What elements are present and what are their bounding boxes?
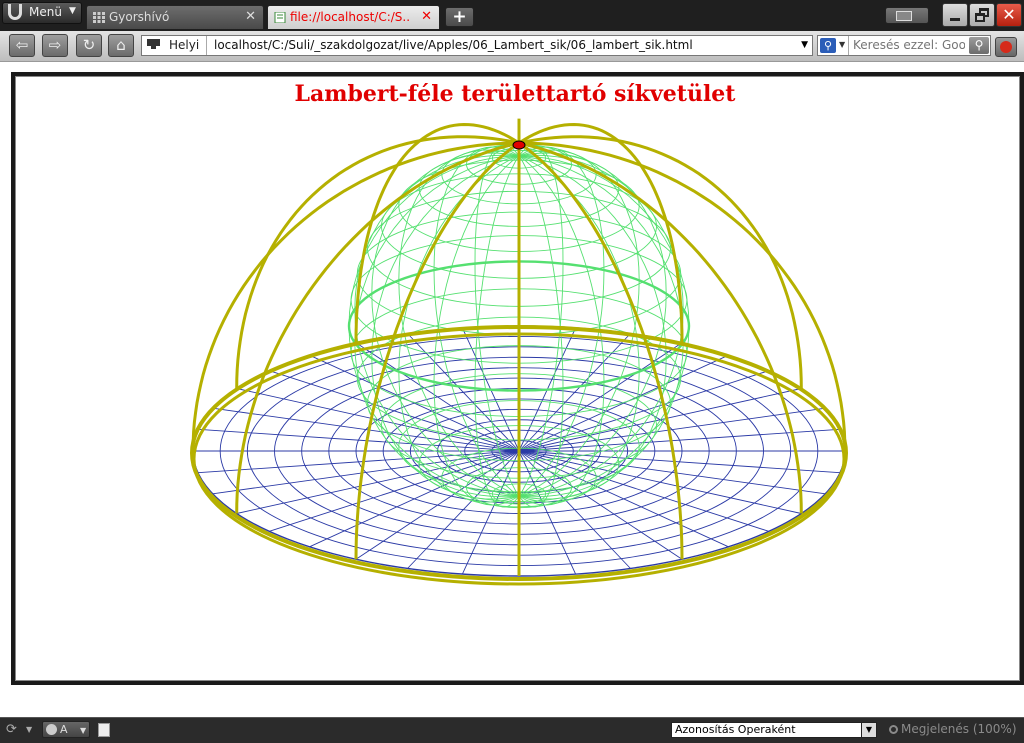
close-icon: ✕ (1002, 5, 1016, 24)
identification-value: Azonosítás Operaként (675, 723, 796, 736)
search-icon[interactable]: ⚲ (969, 37, 989, 54)
location-type-label: Helyi (169, 38, 200, 52)
forward-button[interactable]: ⇨ (42, 34, 68, 57)
history-dropdown-icon[interactable]: ▼ (801, 40, 808, 50)
close-icon[interactable]: ✕ (421, 9, 432, 24)
dome-meridian (354, 122, 520, 343)
zoom-icon (889, 725, 898, 734)
chevron-down-icon[interactable]: ▼ (26, 725, 32, 734)
sync-icon[interactable]: ⟳ (6, 722, 17, 737)
back-button[interactable]: ⇦ (9, 34, 35, 57)
opera-link-button[interactable] (995, 37, 1017, 57)
page-icon (274, 12, 286, 23)
identification-select[interactable]: Azonosítás Operaként ▼ (671, 722, 877, 738)
menu-label: Menü (29, 5, 62, 19)
navigation-bar: ⇦ ⇨ ↻ ⌂ Helyi localhost/C:/Suli/_szakdol… (0, 31, 1024, 62)
opera-logo-icon (8, 4, 22, 20)
chevron-down-icon: ▼ (861, 723, 876, 737)
page-content: Lambert-féle területtartó síkvetület (0, 62, 1024, 717)
image-icon (46, 724, 57, 735)
search-box[interactable]: ⚲ ▼ ⚲ (817, 35, 991, 56)
chevron-down-icon: ▼ (80, 726, 87, 735)
close-window-button[interactable]: ✕ (996, 3, 1022, 27)
search-engine-icon[interactable]: ⚲ (820, 38, 836, 53)
minimize-button[interactable] (942, 3, 968, 27)
reload-button[interactable]: ↻ (76, 34, 102, 57)
menu-button[interactable]: Menü ▼ (2, 2, 82, 24)
trash-icon (896, 11, 912, 21)
search-input[interactable] (853, 38, 965, 52)
closed-tabs-trash-button[interactable] (885, 7, 929, 24)
edit-site-prefs-icon[interactable] (98, 723, 110, 737)
chevron-down-icon[interactable]: ▼ (839, 40, 845, 49)
tab-bar: Menü ▼ Gyorshívó ✕ file://localhost/C:/S… (0, 0, 1024, 31)
stop-icon (1000, 41, 1012, 53)
maximize-button[interactable] (969, 3, 995, 27)
zoom-label: Megjelenés (100%) (901, 722, 1017, 736)
tab-label: Gyorshívó (109, 10, 170, 24)
new-tab-button[interactable]: + (445, 7, 474, 27)
pole-marker (512, 140, 526, 150)
url-text[interactable]: localhost/C:/Suli/_szakdolgozat/live/App… (214, 38, 693, 52)
applet-title: Lambert-féle területtartó síkvetület (294, 81, 736, 107)
close-icon[interactable]: ✕ (245, 9, 256, 24)
status-bar: ⟳ ▼ A ▼ Azonosítás Operaként ▼ Megjelené… (0, 717, 1024, 743)
home-button[interactable]: ⌂ (108, 34, 134, 57)
tab-speed-dial[interactable]: Gyorshívó ✕ (86, 5, 264, 29)
tab-label: file://localhost/C:/S... (290, 10, 410, 24)
divider (206, 36, 207, 55)
tab-active-page[interactable]: file://localhost/C:/S... ✕ (267, 5, 440, 29)
lambert-projection-scene[interactable] (15, 76, 1020, 681)
zoom-control[interactable]: Megjelenés (100%) (889, 722, 1017, 736)
image-mode-label: A (60, 723, 68, 736)
divider (848, 36, 849, 55)
computer-icon (147, 39, 160, 49)
image-mode-button[interactable]: A ▼ (42, 721, 90, 738)
dome-meridian (518, 122, 684, 343)
address-bar[interactable]: Helyi localhost/C:/Suli/_szakdolgozat/li… (141, 35, 813, 56)
chevron-down-icon: ▼ (69, 6, 76, 16)
speed-dial-icon (93, 12, 105, 23)
applet-canvas[interactable]: Lambert-féle területtartó síkvetület (11, 72, 1024, 685)
